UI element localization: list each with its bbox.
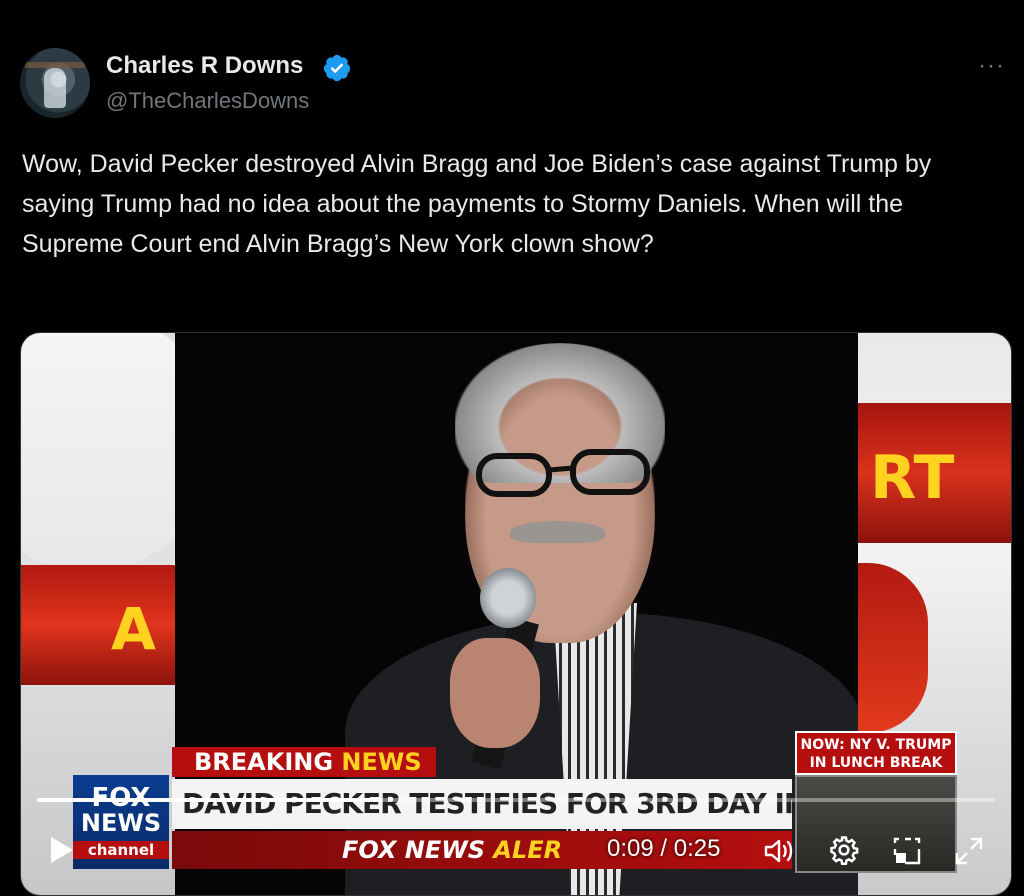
- tweet-text: Wow, David Pecker destroyed Alvin Bragg …: [22, 150, 932, 258]
- volume-icon[interactable]: [763, 837, 797, 865]
- microphone: [480, 568, 536, 628]
- video-progress-bar[interactable]: [37, 798, 995, 802]
- settings-gear-icon[interactable]: [829, 835, 859, 865]
- video-progress-fill: [37, 798, 382, 802]
- studio-left-letter: A: [111, 595, 156, 663]
- glasses: [476, 449, 650, 497]
- breaking-news-label: BREAKING NEWS: [172, 747, 436, 777]
- verified-badge-icon: [323, 54, 351, 82]
- play-icon[interactable]: [51, 837, 73, 863]
- fox-news-logo: FOX NEWS channel: [73, 775, 169, 869]
- avatar-figure: [44, 68, 66, 108]
- author-name[interactable]: Charles R Downs: [106, 52, 303, 80]
- fullscreen-icon[interactable]: [953, 835, 985, 867]
- picture-in-picture-icon[interactable]: [891, 835, 923, 867]
- now-thumbnail: [795, 775, 957, 873]
- author-handle[interactable]: @TheCharlesDowns: [106, 88, 309, 114]
- more-options-icon[interactable]: ···: [978, 52, 1005, 80]
- studio-right-letters: RT: [870, 443, 955, 513]
- now-status-box: NOW: NY V. TRUMP IN LUNCH BREAK: [795, 731, 957, 775]
- chyron-headline: DAVID PECKER TESTIFIES FOR 3RD DAY IN TR…: [172, 779, 792, 829]
- author-avatar[interactable]: [20, 48, 90, 118]
- video-player[interactable]: A RT BREAKING NEWS DAVID PECKER TESTIFIE…: [20, 332, 1012, 896]
- video-time: 0:09 / 0:25: [607, 835, 721, 862]
